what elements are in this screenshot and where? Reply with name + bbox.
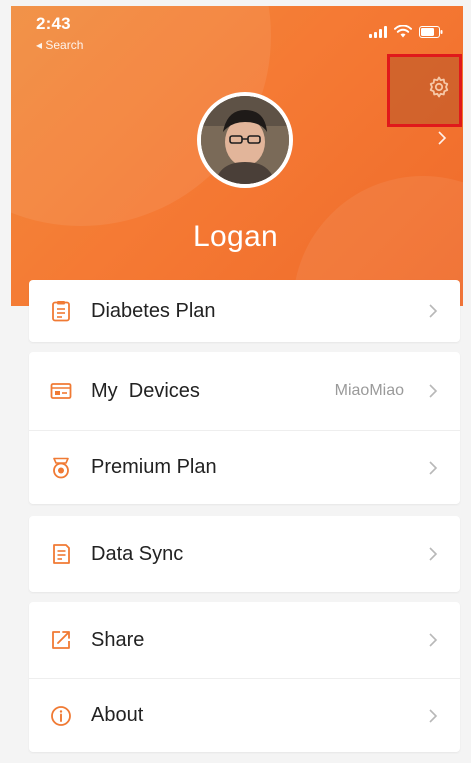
menu-item-premium-plan[interactable]: Premium Plan [29,430,460,504]
gear-icon [427,75,451,104]
document-sync-icon [53,544,70,564]
chevron-right-icon [429,384,438,398]
menu-card-devices: My Devices MiaoMiao Premium Plan [29,352,460,504]
chevron-right-icon [429,708,438,723]
status-time: 2:43 [36,14,71,33]
share-icon [52,631,70,649]
medal-icon [53,457,69,478]
wifi-icon [394,25,412,38]
menu-item-label: Share [91,628,145,651]
menu-item-data-sync[interactable]: Data Sync [29,516,460,592]
connected-device-name: MiaoMiao [334,382,404,399]
chevron-right-icon [429,304,438,318]
menu-item-label: Data Sync [91,542,184,565]
settings-button[interactable] [387,54,462,127]
info-icon [51,705,71,726]
menu-card-plan: Diabetes Plan [29,280,460,342]
menu-item-label: My Devices [91,379,200,402]
menu-item-diabetes-plan[interactable]: Diabetes Plan [29,280,460,342]
menu-item-my-devices[interactable]: My Devices MiaoMiao [29,352,460,430]
app-screen: 2:43 ◂ Search Logan Diabetes Plan My Dev… [0,0,471,763]
profile-chevron-icon[interactable] [437,130,447,151]
device-icon [50,383,72,399]
menu-item-about[interactable]: About [29,678,460,752]
avatar[interactable] [197,92,293,188]
avatar-photo [201,96,289,184]
chevron-right-icon [429,633,438,647]
menu-item-label: Diabetes Plan [91,299,216,322]
chevron-right-icon [429,547,438,561]
clipboard-icon [52,301,70,322]
cellular-signal-icon [369,25,387,38]
back-to-search-link[interactable]: ◂ Search [36,38,83,52]
menu-card-sync: Data Sync [29,516,460,592]
battery-icon [419,25,443,38]
menu-item-share[interactable]: Share [29,602,460,678]
chevron-right-icon [429,460,438,475]
menu-item-label: Premium Plan [91,456,217,478]
menu-item-label: About [91,704,144,726]
profile-name: Logan [193,220,278,253]
status-bar: 2:43 ◂ Search [36,14,83,52]
status-icons [369,25,443,38]
menu-card-other: Share About [29,602,460,752]
